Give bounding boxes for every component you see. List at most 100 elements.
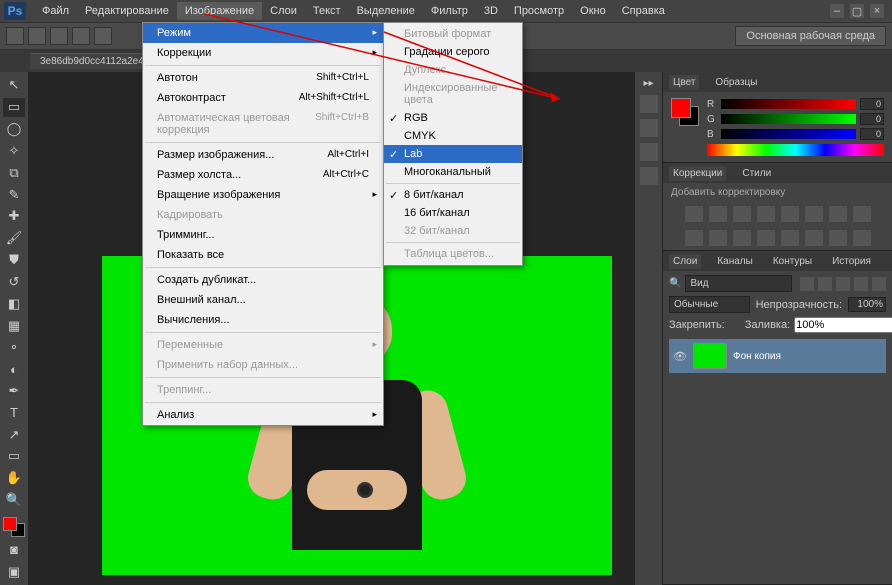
path-tool-icon[interactable]: ↗ <box>3 425 25 444</box>
marquee-tool-icon[interactable]: ▭ <box>3 98 25 117</box>
menu-файл[interactable]: Файл <box>34 2 77 20</box>
menu-item[interactable]: Коррекции <box>143 43 383 63</box>
adj-curves-icon[interactable] <box>733 206 751 222</box>
menu-просмотр[interactable]: Просмотр <box>506 2 572 20</box>
visibility-icon[interactable]: 👁 <box>673 349 687 363</box>
menu-item[interactable]: Показать все <box>143 245 383 265</box>
tab-channels[interactable]: Каналы <box>713 254 757 269</box>
adj-channel-mixer-icon[interactable] <box>709 230 727 246</box>
value-b[interactable]: 0 <box>860 128 884 140</box>
zoom-tool-icon[interactable]: 🔍 <box>3 491 25 510</box>
tab-history[interactable]: История <box>828 254 875 269</box>
menu-изображение[interactable]: Изображение <box>177 2 262 20</box>
image-menu-dropdown[interactable]: РежимКоррекции АвтотонShift+Ctrl+LАвтокон… <box>142 22 384 426</box>
filter-adj-icon[interactable] <box>818 277 832 291</box>
adj-balance-icon[interactable] <box>829 206 847 222</box>
tab-paths[interactable]: Контуры <box>769 254 816 269</box>
crop-tool-icon[interactable]: ⧉ <box>3 163 25 182</box>
move-tool-icon[interactable]: ↖ <box>3 76 25 95</box>
adj-posterize-icon[interactable] <box>781 230 799 246</box>
menu-справка[interactable]: Справка <box>614 2 673 20</box>
lasso-tool-icon[interactable]: ◯ <box>3 120 25 139</box>
menu-3d[interactable]: 3D <box>476 2 506 20</box>
menu-item[interactable]: Размер холста...Alt+Ctrl+C <box>143 165 383 185</box>
healing-tool-icon[interactable]: ✚ <box>3 207 25 226</box>
history-brush-tool-icon[interactable]: ↺ <box>3 272 25 291</box>
layer-item[interactable]: 👁 Фон копия <box>669 339 886 373</box>
menu-item[interactable]: АвтоконтрастAlt+Shift+Ctrl+L <box>143 88 383 108</box>
filter-pixel-icon[interactable] <box>800 277 814 291</box>
pen-tool-icon[interactable]: ✒ <box>3 382 25 401</box>
menu-item[interactable]: АвтотонShift+Ctrl+L <box>143 68 383 88</box>
menu-текст[interactable]: Текст <box>305 2 349 20</box>
panel-icon[interactable] <box>640 95 658 113</box>
adj-gradient-map-icon[interactable] <box>829 230 847 246</box>
menu-item[interactable]: Режим <box>143 23 383 43</box>
menu-редактирование[interactable]: Редактирование <box>77 2 177 20</box>
adj-brightness-icon[interactable] <box>685 206 703 222</box>
menu-фильтр[interactable]: Фильтр <box>423 2 476 20</box>
submenu-item[interactable]: Градации серого <box>384 43 522 61</box>
menu-item[interactable]: Анализ <box>143 405 383 425</box>
filter-smart-icon[interactable] <box>872 277 886 291</box>
mode-submenu[interactable]: Битовый форматГрадации серогоДуплексИнде… <box>383 22 523 266</box>
menu-item[interactable]: Внешний канал... <box>143 290 383 310</box>
color-swatch[interactable] <box>671 98 699 126</box>
layer-name[interactable]: Фон копия <box>733 351 781 362</box>
adj-selective-icon[interactable] <box>853 230 871 246</box>
filter-type-icon[interactable] <box>836 277 850 291</box>
option-icon[interactable] <box>72 27 90 45</box>
type-tool-icon[interactable]: T <box>3 403 25 422</box>
submenu-item[interactable]: Многоканальный <box>384 163 522 181</box>
panel-icon[interactable] <box>640 119 658 137</box>
adj-invert-icon[interactable] <box>757 230 775 246</box>
blur-tool-icon[interactable]: ∘ <box>3 338 25 357</box>
minimize-icon[interactable]: – <box>830 4 844 18</box>
value-g[interactable]: 0 <box>860 113 884 125</box>
panel-icon[interactable] <box>640 167 658 185</box>
adj-threshold-icon[interactable] <box>805 230 823 246</box>
menu-item[interactable]: Создать дубликат... <box>143 270 383 290</box>
tool-preset-icon[interactable] <box>6 27 24 45</box>
adj-photo-filter-icon[interactable] <box>685 230 703 246</box>
foreground-color[interactable] <box>3 517 17 531</box>
submenu-item[interactable]: 8 бит/канал <box>384 186 522 204</box>
blend-mode-select[interactable]: Обычные <box>669 296 750 313</box>
menu-item[interactable]: Тримминг... <box>143 225 383 245</box>
panel-icon[interactable] <box>640 143 658 161</box>
menu-item[interactable]: Размер изображения...Alt+Ctrl+I <box>143 145 383 165</box>
tab-styles[interactable]: Стили <box>738 166 775 181</box>
filter-shape-icon[interactable] <box>854 277 868 291</box>
option-icon[interactable] <box>94 27 112 45</box>
menu-выделение[interactable]: Выделение <box>349 2 423 20</box>
expand-panels-icon[interactable]: ▸▸ <box>643 78 653 89</box>
layer-thumbnail[interactable] <box>693 343 727 369</box>
close-icon[interactable]: × <box>870 4 884 18</box>
brush-tool-icon[interactable]: 🖌 <box>3 229 25 248</box>
opacity-input[interactable] <box>848 297 886 312</box>
adj-hue-icon[interactable] <box>805 206 823 222</box>
adj-levels-icon[interactable] <box>709 206 727 222</box>
fill-input[interactable] <box>794 317 892 333</box>
layer-filter-select[interactable]: Вид <box>685 275 792 292</box>
eraser-tool-icon[interactable]: ◧ <box>3 294 25 313</box>
quickmask-icon[interactable]: ◙ <box>3 540 25 559</box>
wand-tool-icon[interactable]: ✧ <box>3 141 25 160</box>
option-icon[interactable] <box>28 27 46 45</box>
adj-lookup-icon[interactable] <box>733 230 751 246</box>
menu-слои[interactable]: Слои <box>262 2 305 20</box>
value-r[interactable]: 0 <box>860 98 884 110</box>
adj-exposure-icon[interactable] <box>757 206 775 222</box>
submenu-item[interactable]: RGB <box>384 109 522 127</box>
dodge-tool-icon[interactable]: ◐ <box>3 360 25 379</box>
shape-tool-icon[interactable]: ▭ <box>3 447 25 466</box>
adj-vibrance-icon[interactable] <box>781 206 799 222</box>
hand-tool-icon[interactable]: ✋ <box>3 469 25 488</box>
submenu-item[interactable]: Lab <box>384 145 522 163</box>
restore-icon[interactable]: ▢ <box>850 4 864 18</box>
screenmode-icon[interactable]: ▣ <box>3 562 25 581</box>
tab-swatches[interactable]: Образцы <box>711 75 761 90</box>
menu-item[interactable]: Вращение изображения <box>143 185 383 205</box>
stamp-tool-icon[interactable]: ⛊ <box>3 251 25 270</box>
option-icon[interactable] <box>50 27 68 45</box>
